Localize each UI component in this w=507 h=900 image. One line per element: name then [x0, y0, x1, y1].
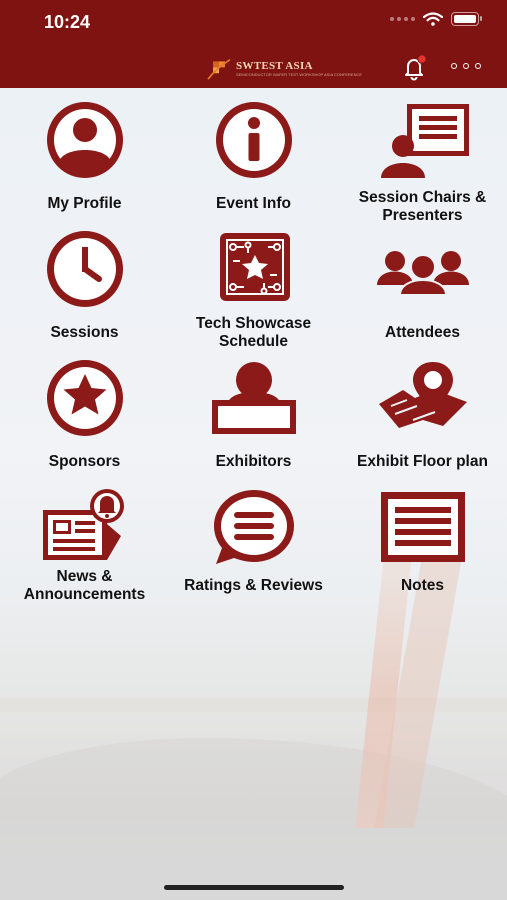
logo-subtitle: SEMICONDUCTOR WAFER TEST WORKSHOP ASIA C… — [236, 72, 363, 77]
menu-item-notes[interactable]: Notes — [338, 488, 507, 595]
menu-item-ratings-reviews[interactable]: Ratings & Reviews — [169, 488, 338, 595]
menu-item-floor-plan[interactable]: Exhibit Floor plan — [338, 360, 507, 471]
profile-icon — [46, 102, 123, 178]
battery-icon — [451, 12, 482, 26]
app-header: 10:24 SWTEST ASIA SEMICONDUCTOR WAFER TE… — [0, 0, 507, 88]
home-indicator[interactable] — [164, 885, 344, 890]
menu-label: Tech Showcase Schedule — [195, 315, 312, 350]
status-icons — [390, 12, 482, 26]
menu-item-event-info[interactable]: Event Info — [169, 102, 338, 213]
signal-icon — [390, 17, 415, 21]
app-logo: SWTEST ASIA SEMICONDUCTOR WAFER TEST WOR… — [206, 58, 362, 80]
menu-label: Attendees — [385, 324, 460, 341]
menu-label: Notes — [400, 577, 445, 594]
menu-label: My Profile — [47, 195, 122, 212]
presenter-icon — [380, 104, 469, 178]
wifi-icon — [423, 12, 443, 26]
menu-item-sessions[interactable]: Sessions — [0, 231, 169, 342]
chat-icon — [213, 490, 294, 564]
menu-item-exhibitors[interactable]: Exhibitors — [169, 360, 338, 471]
info-icon — [215, 102, 292, 178]
menu-label: Session Chairs & Presenters — [358, 189, 487, 224]
people-icon — [376, 251, 469, 296]
menu-label: Exhibitors — [215, 453, 292, 470]
menu-item-tech-showcase[interactable]: Tech Showcase Schedule — [169, 231, 338, 351]
star-icon — [46, 360, 123, 436]
news-icon — [42, 489, 124, 560]
exhibitor-icon — [211, 362, 296, 434]
menu-label: Ratings & Reviews — [184, 577, 323, 594]
menu-item-sponsors[interactable]: Sponsors — [0, 360, 169, 471]
logo-mark-icon — [207, 58, 231, 80]
logo-title: SWTEST ASIA — [236, 60, 313, 72]
menu-label: News & Announcements — [23, 568, 146, 603]
circuit-icon — [219, 233, 290, 301]
menu-label: Sessions — [50, 324, 119, 341]
more-options-icon[interactable] — [451, 63, 481, 69]
menu-item-news[interactable]: News & Announcements — [0, 488, 169, 604]
menu-label: Event Info — [216, 195, 291, 212]
menu-item-session-chairs[interactable]: Session Chairs & Presenters — [338, 102, 507, 225]
menu-label: Exhibit Floor plan — [357, 453, 488, 470]
status-time: 10:24 — [44, 12, 91, 32]
clock-icon — [46, 231, 123, 307]
floor-plan-icon — [378, 362, 467, 428]
menu-item-attendees[interactable]: Attendees — [338, 231, 507, 342]
notification-bell-icon[interactable] — [400, 54, 428, 82]
menu-label: Sponsors — [48, 453, 121, 470]
menu-item-my-profile[interactable]: My Profile — [0, 102, 169, 213]
notes-icon — [380, 492, 465, 562]
